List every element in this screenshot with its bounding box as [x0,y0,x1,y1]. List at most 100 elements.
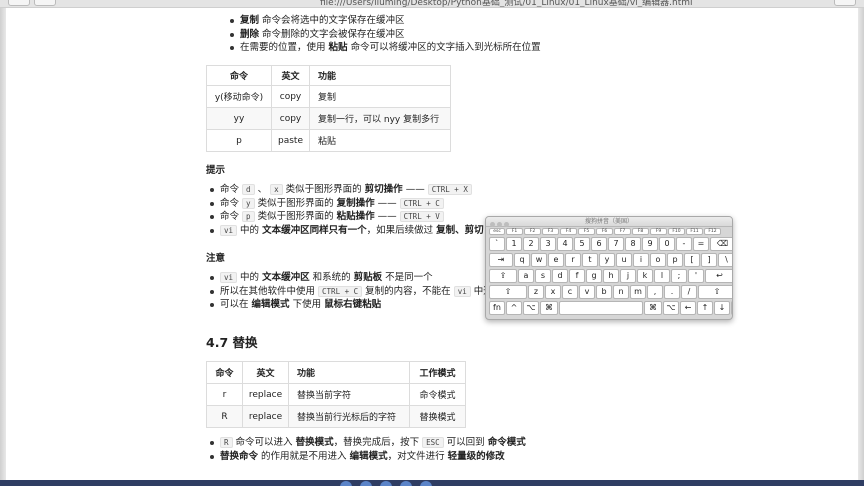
zoom-dot-icon[interactable] [504,222,509,227]
keyboard-viewer[interactable]: 搜狗拼音（美国） esc F1 F2 F3 F4 F5 F6 F7 F8 F9 F10 F11 F12 … [485,216,733,320]
keyboard-key[interactable]: x [545,285,561,299]
keyboard-key[interactable]: 3 [540,237,556,251]
keyboard-key[interactable]: , [647,285,663,299]
dock-app-icon[interactable] [380,481,392,486]
keyboard-key[interactable]: a [518,269,534,283]
keyboard-key[interactable]: F10 [668,228,685,235]
keyboard-key[interactable]: ↩ [705,269,732,283]
table-cell: 复制一行，可以 nyy 复制多行 [309,107,451,130]
keyboard-key[interactable]: q [514,253,530,267]
keyboard-key[interactable]: 0 [659,237,675,251]
keyboard-key[interactable]: v [579,285,595,299]
keyboard-key[interactable]: esc [489,228,505,235]
keyboard-key[interactable]: F4 [560,228,577,235]
keyboard-key[interactable]: ← [680,301,696,315]
keyboard-key[interactable]: i [633,253,649,267]
keyboard-key[interactable]: g [586,269,602,283]
keyboard-key[interactable]: d [552,269,568,283]
keyboard-key[interactable]: e [548,253,564,267]
close-dot-icon[interactable] [490,222,495,227]
keyboard-key[interactable]: k [637,269,653,283]
table-row: r replace 替换当前字符 命令模式 [206,383,466,406]
keyboard-key[interactable]: s [535,269,551,283]
dock-app-icon[interactable] [340,481,352,486]
keyboard-key[interactable]: r [565,253,581,267]
table-row: y(移动命令) copy 复制 [206,85,451,108]
keyboard-key[interactable]: 2 [523,237,539,251]
keyboard-key[interactable]: ⇪ [489,269,517,283]
keyboard-key[interactable]: fn [489,301,505,315]
keyboard-key[interactable]: ⇥ [489,253,513,267]
keyboard-key[interactable]: 4 [557,237,573,251]
keyboard-key[interactable]: ⌘ [540,301,558,315]
keyboard-key[interactable]: o [650,253,666,267]
text: 命令 [220,184,243,195]
keyboard-key[interactable]: → [731,301,732,315]
keyboard-key[interactable]: ; [671,269,687,283]
keyboard-key[interactable]: F5 [578,228,595,235]
table-row: yy copy 复制一行，可以 nyy 复制多行 [206,107,451,130]
keyboard-key[interactable]: F7 [614,228,631,235]
keyboard-key[interactable]: = [693,237,709,251]
address-bar[interactable]: file:///Users/liuming/Desktop/Python基础_测… [320,0,693,7]
keyboard-key[interactable]: b [596,285,612,299]
space-key[interactable] [559,301,643,315]
keyboard-key[interactable]: ↑ [697,301,713,315]
dock-app-icon[interactable] [360,481,372,486]
keyboard-key[interactable]: ⌫ [710,237,732,251]
share-button[interactable] [834,0,856,6]
keyboard-key[interactable]: ⇧ [489,285,527,299]
keyboard-key[interactable]: F6 [596,228,613,235]
minimize-dot-icon[interactable] [497,222,502,227]
keyboard-key[interactable]: 5 [574,237,590,251]
keyboard-key[interactable]: z [528,285,544,299]
keyboard-key[interactable]: f [569,269,585,283]
list-item: R 命令可以进入 替换模式，替换完成后，按下 ESC 可以回到 命令模式 [208,436,526,450]
keyboard-key[interactable]: [ [684,253,700,267]
keyboard-key[interactable]: . [664,285,680,299]
inline-code: x [270,184,283,195]
keyboard-key[interactable]: 6 [591,237,607,251]
keyboard-key[interactable]: ] [701,253,717,267]
keyboard-key[interactable]: 9 [642,237,658,251]
keyboard-key[interactable]: F3 [542,228,559,235]
keyboard-key[interactable]: ⌥ [663,301,679,315]
keyboard-key[interactable]: ↓ [714,301,730,315]
dock-app-icon[interactable] [400,481,412,486]
inline-code: vi [453,285,471,297]
keyboard-key[interactable]: u [616,253,632,267]
keyboard-key[interactable]: F1 [506,228,523,235]
keyboard-key[interactable]: \ [718,253,732,267]
keyboard-key[interactable]: t [582,253,598,267]
keyboard-key[interactable]: 8 [625,237,641,251]
keyboard-key[interactable]: - [676,237,692,251]
keyboard-key[interactable]: p [667,253,683,267]
dock-app-icon[interactable] [420,481,432,486]
keyboard-key[interactable]: F11 [686,228,703,235]
keyboard-key[interactable]: j [620,269,636,283]
keyboard-key[interactable]: ' [688,269,704,283]
keyboard-key[interactable]: ⌘ [644,301,662,315]
keyboard-key[interactable]: m [630,285,646,299]
keyboard-key[interactable]: F8 [632,228,649,235]
note-title: 注意 [206,253,226,264]
keyboard-key[interactable]: F2 [524,228,541,235]
keyboard-key[interactable]: w [531,253,547,267]
copy-command-table: 命令 英文 功能 y(移动命令) copy 复制 yy copy 复制一行，可以 nyy … [206,65,451,152]
keyboard-key[interactable]: ` [489,237,505,251]
keyboard-key[interactable]: ^ [506,301,522,315]
keyboard-key[interactable]: / [681,285,697,299]
back-button[interactable] [8,0,30,6]
keyboard-key[interactable]: F9 [650,228,667,235]
keyboard-key[interactable]: 1 [506,237,522,251]
keyboard-key[interactable]: ⇧ [698,285,732,299]
keyboard-key[interactable]: n [613,285,629,299]
keyboard-key[interactable]: l [654,269,670,283]
keyboard-key[interactable]: c [562,285,578,299]
keyboard-key[interactable]: y [599,253,615,267]
keyboard-key[interactable]: ⌥ [523,301,539,315]
forward-button[interactable] [34,0,56,6]
keyboard-key[interactable]: 7 [608,237,624,251]
keyboard-key[interactable]: h [603,269,619,283]
keyboard-key[interactable]: F12 [704,228,721,235]
